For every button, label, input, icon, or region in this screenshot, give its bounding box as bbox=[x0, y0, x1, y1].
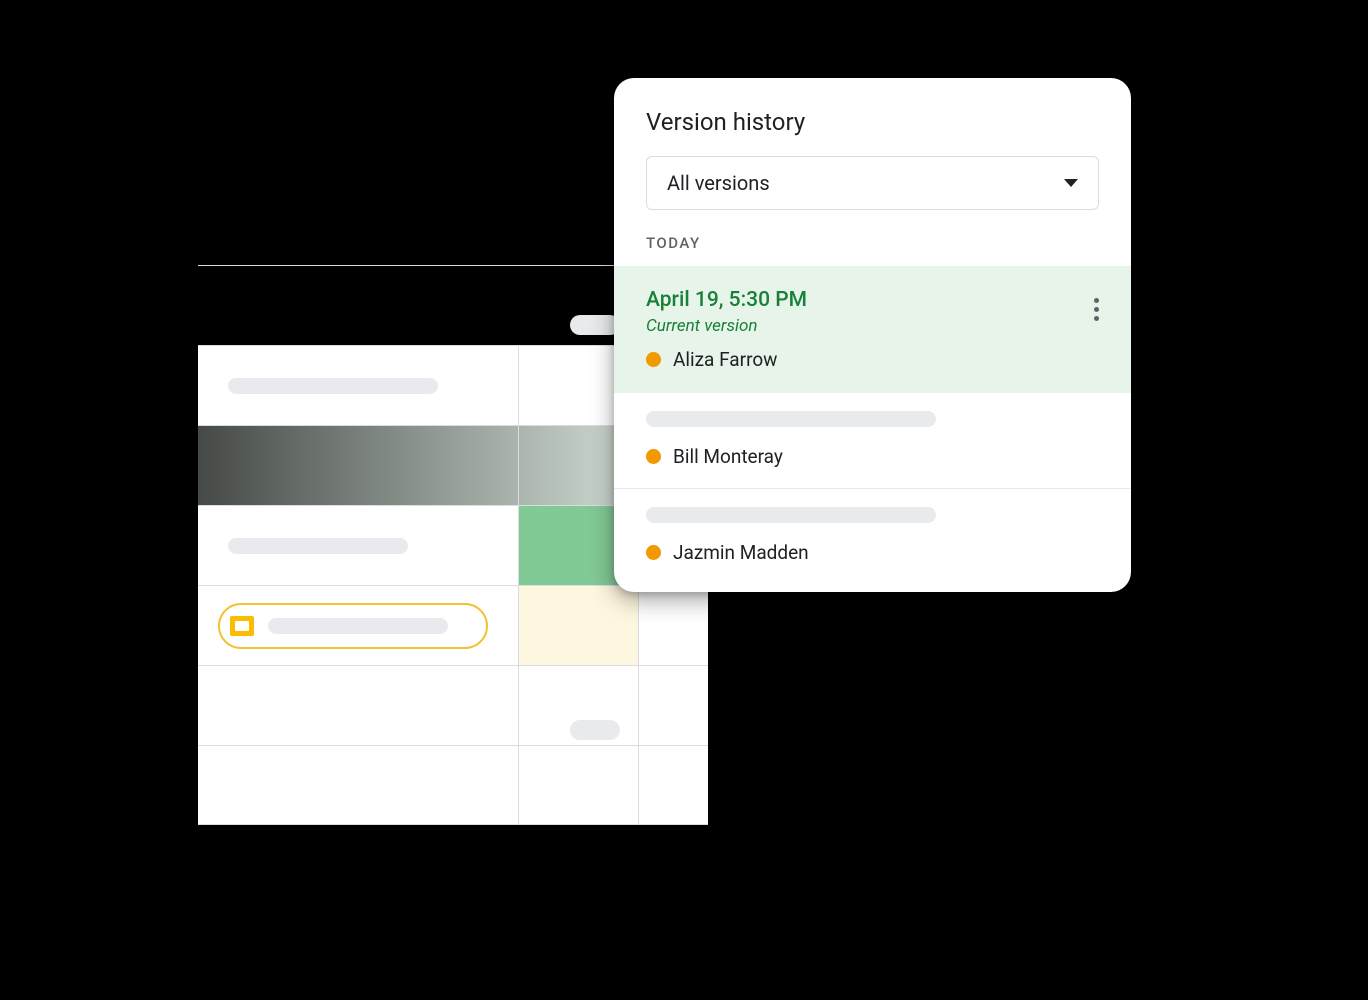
section-header-today: TODAY bbox=[614, 234, 1131, 266]
version-author: Jazmin Madden bbox=[646, 541, 1099, 564]
more-icon bbox=[1094, 316, 1099, 321]
more-icon bbox=[1094, 298, 1099, 303]
version-entry-current[interactable]: April 19, 5:30 PM Current version Aliza … bbox=[614, 266, 1131, 393]
placeholder-text bbox=[268, 618, 448, 634]
placeholder-pill bbox=[570, 315, 620, 335]
dropdown-label: All versions bbox=[667, 171, 770, 195]
author-name: Aliza Farrow bbox=[673, 348, 777, 371]
panel-title: Version history bbox=[614, 78, 1131, 156]
placeholder-timestamp bbox=[646, 507, 936, 523]
more-icon bbox=[1094, 307, 1099, 312]
cell bbox=[638, 586, 708, 665]
cell bbox=[638, 746, 708, 824]
more-options-button[interactable] bbox=[1088, 292, 1105, 327]
version-timestamp: April 19, 5:30 PM bbox=[646, 288, 1099, 312]
doc-row bbox=[198, 745, 708, 825]
author-name: Bill Monteray bbox=[673, 445, 783, 468]
doc-row bbox=[198, 665, 708, 745]
cell bbox=[518, 746, 638, 824]
slides-icon bbox=[230, 616, 254, 636]
author-name: Jazmin Madden bbox=[673, 541, 809, 564]
slides-chip[interactable] bbox=[218, 603, 488, 649]
cell bbox=[638, 666, 708, 745]
author-color-dot bbox=[646, 449, 661, 464]
version-entry[interactable]: Bill Monteray bbox=[614, 393, 1131, 489]
version-history-panel: Version history All versions TODAY April… bbox=[614, 78, 1131, 592]
version-author: Aliza Farrow bbox=[646, 348, 1099, 371]
versions-filter-dropdown[interactable]: All versions bbox=[646, 156, 1099, 210]
placeholder-text bbox=[228, 538, 408, 554]
chevron-down-icon bbox=[1064, 179, 1078, 187]
placeholder-timestamp bbox=[646, 411, 936, 427]
placeholder-text bbox=[228, 378, 438, 394]
author-color-dot bbox=[646, 545, 661, 560]
placeholder-pill bbox=[570, 720, 620, 740]
author-color-dot bbox=[646, 352, 661, 367]
version-author: Bill Monteray bbox=[646, 445, 1099, 468]
doc-row bbox=[198, 585, 708, 665]
cell-yellow bbox=[518, 586, 638, 665]
version-entry[interactable]: Jazmin Madden bbox=[614, 489, 1131, 584]
version-subtitle: Current version bbox=[646, 316, 1099, 336]
